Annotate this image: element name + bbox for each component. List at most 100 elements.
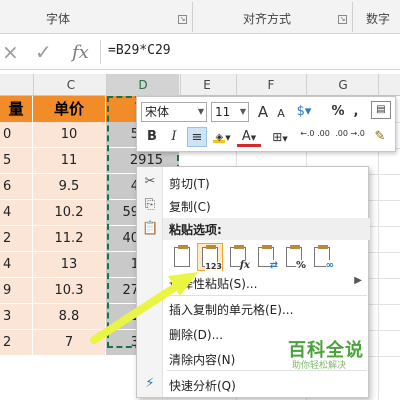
column-header-row: C D E F G bbox=[0, 74, 400, 96]
grow-font-icon[interactable]: A bbox=[255, 102, 271, 122]
font-dialog-launcher-icon[interactable]: ↘ bbox=[178, 15, 187, 24]
column-divider bbox=[33, 74, 34, 96]
formula-input[interactable]: =B29*C29 bbox=[108, 43, 171, 58]
ribbon-separator bbox=[192, 2, 193, 32]
decrease-decimal-icon[interactable]: .00 →.0 bbox=[335, 129, 365, 149]
qty-cell[interactable]: 4 bbox=[0, 252, 33, 278]
ribbon-separator bbox=[352, 2, 353, 32]
paste-options-header: 粘贴选项: bbox=[163, 218, 370, 240]
column-header-f[interactable]: F bbox=[236, 78, 306, 92]
paste-option-paste[interactable] bbox=[169, 243, 195, 271]
font-size-select[interactable]: 11 ▼ bbox=[211, 102, 249, 122]
menu-item-label: 快速分析(Q) bbox=[169, 379, 236, 393]
ribbon-strip: 字体 ↘ 对齐方式 ↘ 数字 bbox=[0, 0, 400, 34]
menu-item-label: 选择性粘贴(S)... bbox=[169, 277, 258, 291]
format-painter-icon[interactable]: ✎ bbox=[371, 127, 389, 147]
column-header-e[interactable]: E bbox=[172, 78, 242, 92]
price-cell[interactable]: 10.2 bbox=[33, 200, 106, 226]
chevron-down-icon: ▼ bbox=[197, 107, 204, 116]
header-cell-price[interactable]: 单价 bbox=[33, 96, 106, 122]
clipboard-clip bbox=[290, 245, 300, 249]
menu-item-paste-special[interactable]: 选择性粘贴(S)... ▶ bbox=[137, 271, 370, 295]
column-header-g[interactable]: G bbox=[308, 78, 378, 92]
shrink-font-icon[interactable]: A bbox=[274, 104, 288, 124]
fx-badge: fx bbox=[239, 260, 250, 271]
qty-cell[interactable]: 3 bbox=[0, 304, 33, 330]
font-color-icon[interactable]: A▼ bbox=[237, 127, 261, 147]
price-cell[interactable]: 13 bbox=[33, 252, 106, 278]
fill-color-icon[interactable]: ◈ ▼ bbox=[211, 127, 233, 147]
header-cell-qty[interactable]: 量 bbox=[0, 96, 33, 122]
qty-cell[interactable]: 4 bbox=[0, 200, 33, 226]
price-cell[interactable]: 8.8 bbox=[33, 304, 106, 330]
insert-function-icon[interactable]: fx bbox=[72, 42, 89, 63]
menu-item-insert-copied[interactable]: 插入复制的单元格(E)... bbox=[137, 297, 370, 321]
watermark-logo: 百科全说 助你轻松解决 bbox=[282, 336, 392, 386]
increase-decimal-icon[interactable]: ←.0 .00 bbox=[299, 129, 331, 149]
qty-cell[interactable]: 9 bbox=[0, 278, 33, 304]
paste-option-link[interactable]: ∞ bbox=[309, 243, 335, 271]
clipboard-clip bbox=[206, 245, 216, 249]
price-cell[interactable]: 7 bbox=[33, 330, 106, 356]
price-cell[interactable]: 11.2 bbox=[33, 226, 106, 252]
font-group-label: 字体 bbox=[46, 12, 71, 26]
quick-analysis-icon: ⚡ bbox=[145, 376, 155, 391]
link-badge: ∞ bbox=[325, 260, 334, 271]
menu-item-label: 插入复制的单元格(E)... bbox=[169, 303, 294, 317]
clipboard-clip bbox=[318, 245, 328, 249]
percent-badge: % bbox=[295, 260, 306, 271]
column-divider bbox=[106, 74, 107, 96]
clipboard-clip bbox=[234, 245, 244, 249]
format-table-icon[interactable]: ▤ bbox=[371, 101, 391, 119]
column-divider bbox=[236, 74, 237, 96]
bold-button[interactable]: B bbox=[143, 127, 161, 147]
price-cell[interactable]: 9.5 bbox=[33, 174, 106, 200]
menu-item-label: 清除内容(N) bbox=[169, 353, 236, 367]
italic-button[interactable]: I bbox=[165, 127, 183, 147]
transpose-badge: ⇄ bbox=[269, 260, 278, 271]
column-divider bbox=[180, 74, 181, 96]
paste-option-formatting[interactable]: % bbox=[281, 243, 307, 271]
clipboard-clip bbox=[178, 245, 188, 249]
price-cell[interactable]: 10 bbox=[33, 122, 106, 148]
font-name-select[interactable]: 宋体 ▼ bbox=[141, 102, 207, 122]
font-size-value: 11 bbox=[215, 105, 231, 119]
qty-cell[interactable]: 6 bbox=[0, 174, 33, 200]
qty-cell[interactable]: 5 bbox=[0, 148, 33, 174]
accounting-format-icon[interactable]: $▾ bbox=[293, 102, 315, 122]
paste-icon: 📋 bbox=[142, 221, 159, 236]
percent-style-button[interactable]: % bbox=[329, 102, 347, 122]
price-cell[interactable]: 11 bbox=[33, 148, 106, 174]
chevron-down-icon: ▼ bbox=[239, 107, 246, 116]
enter-icon[interactable]: ✓ bbox=[35, 40, 52, 64]
cancel-icon[interactable]: × bbox=[2, 40, 19, 64]
column-header-c[interactable]: C bbox=[36, 78, 106, 92]
paste-option-transpose[interactable]: ⇄ bbox=[253, 243, 279, 271]
watermark-subtitle: 助你轻松解决 bbox=[292, 361, 347, 371]
menu-separator bbox=[167, 295, 367, 296]
menu-item-copy[interactable]: ⎘ 复制(C) bbox=[137, 194, 370, 218]
copy-icon: ⎘ bbox=[144, 197, 156, 212]
paste-option-values[interactable]: 123 bbox=[197, 243, 223, 271]
qty-cell[interactable]: 2 bbox=[0, 330, 33, 356]
scissors-icon: ✂ bbox=[144, 174, 156, 189]
menu-item-label: 删除(D)... bbox=[169, 328, 224, 342]
qty-cell[interactable]: 0 bbox=[0, 122, 33, 148]
font-color-letter: A bbox=[241, 129, 251, 144]
number-group-label: 数字 bbox=[366, 12, 391, 26]
clipboard-clip bbox=[262, 245, 272, 249]
align-center-icon[interactable]: ≡ bbox=[187, 127, 207, 147]
menu-item-label: 剪切(T) bbox=[169, 177, 210, 191]
price-cell[interactable]: 10.3 bbox=[33, 278, 106, 304]
paste-options-label: 粘贴选项: bbox=[169, 223, 222, 237]
menu-item-cut[interactable]: ✂ 剪切(T) bbox=[137, 171, 370, 195]
paste-option-formulas[interactable]: fx bbox=[225, 243, 251, 271]
column-header-d[interactable]: D bbox=[107, 74, 179, 96]
comma-style-button[interactable]: , bbox=[351, 102, 361, 122]
formula-bar: × ✓ fx =B29*C29 bbox=[0, 34, 400, 70]
borders-icon[interactable]: ⊞▼ bbox=[269, 127, 291, 147]
alignment-dialog-launcher-icon[interactable]: ↘ bbox=[338, 15, 347, 24]
qty-cell[interactable]: 2 bbox=[0, 226, 33, 252]
column-divider bbox=[306, 74, 307, 96]
font-name-value: 宋体 bbox=[145, 105, 170, 119]
